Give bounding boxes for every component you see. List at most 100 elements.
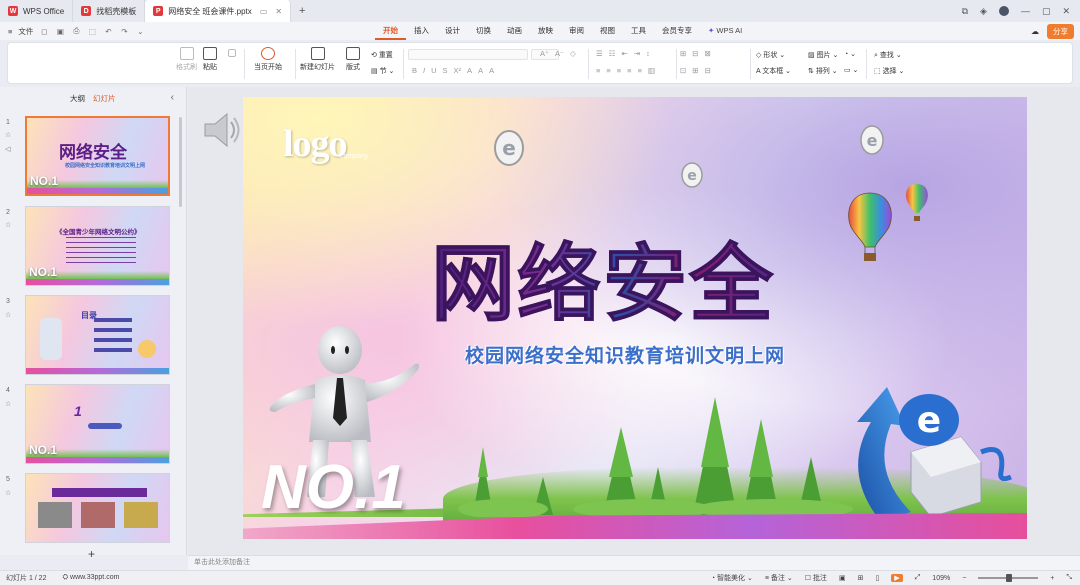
- tab-member[interactable]: 会员专享: [654, 22, 700, 40]
- hamburger-icon[interactable]: ≡: [8, 27, 12, 36]
- text-direction-icon[interactable]: ⊞: [680, 49, 686, 58]
- tab-design[interactable]: 设计: [437, 22, 468, 40]
- play-slideshow-icon[interactable]: ▶: [891, 574, 903, 582]
- tab-home[interactable]: 开始: [375, 22, 406, 40]
- shrink-font-icon[interactable]: A⁻: [555, 49, 564, 58]
- wrap-icon[interactable]: ⊟: [705, 66, 711, 75]
- slide-thumbnail-2[interactable]: 《全国青少年网络文明公约》 NO.1: [25, 206, 170, 286]
- add-slide-button[interactable]: +: [88, 547, 95, 561]
- align-text-icon[interactable]: ⊟: [692, 49, 698, 58]
- star-icon[interactable]: ☆: [5, 221, 11, 229]
- from-current-button[interactable]: 当页开始: [254, 47, 282, 72]
- file-menu[interactable]: 文件: [18, 26, 33, 37]
- zoom-level[interactable]: 109%: [932, 575, 950, 582]
- tab-view[interactable]: 视图: [592, 22, 623, 40]
- fill-button[interactable]: ◔ ⌄: [844, 50, 856, 58]
- minimize-icon[interactable]: —: [1021, 6, 1030, 16]
- new-slide-button[interactable]: 新建幻灯片: [300, 47, 335, 72]
- more-icon[interactable]: ⌄: [135, 27, 145, 36]
- slide-thumbnail-4[interactable]: 1 NO.1: [25, 384, 170, 464]
- slide-thumbnail-5[interactable]: [25, 473, 170, 543]
- text-effect-icon[interactable]: A: [489, 66, 494, 75]
- picture-button[interactable]: ▨ 图片 ⌄: [808, 50, 838, 60]
- tab-tools[interactable]: 工具: [623, 22, 654, 40]
- bullet-list-icon[interactable]: ☰: [596, 49, 603, 58]
- strike-icon[interactable]: S: [443, 66, 448, 75]
- underline-icon[interactable]: U: [431, 66, 436, 75]
- panel-scrollbar[interactable]: [179, 117, 182, 207]
- reset-button[interactable]: ⟲ 重置: [371, 50, 393, 60]
- star-icon[interactable]: ☆: [5, 311, 11, 319]
- normal-view-icon[interactable]: ▣: [839, 574, 846, 582]
- columns-icon[interactable]: ▥: [648, 66, 655, 75]
- open-icon[interactable]: ◻: [39, 27, 49, 36]
- justify-icon[interactable]: ≡: [627, 66, 631, 75]
- tab-document[interactable]: P 网络安全 班会课件.pptx ▭ ✕: [145, 0, 292, 22]
- grow-font-icon[interactable]: A⁺: [540, 49, 549, 58]
- align-left-icon[interactable]: ≡: [596, 66, 600, 75]
- italic-icon[interactable]: I: [423, 66, 425, 75]
- undo-icon[interactable]: ↶: [103, 27, 113, 36]
- notes-button[interactable]: ≡ 备注 ⌄: [765, 573, 793, 583]
- star-icon[interactable]: ☆: [5, 489, 11, 497]
- distribute-icon[interactable]: ≡: [638, 66, 642, 75]
- number-list-icon[interactable]: ☷: [609, 49, 616, 58]
- section-button[interactable]: ▤ 节 ⌄: [371, 66, 394, 76]
- align-right-icon[interactable]: ≡: [617, 66, 621, 75]
- cube-icon[interactable]: ◈: [980, 6, 987, 17]
- cut-button[interactable]: [228, 49, 236, 59]
- indent-right-icon[interactable]: ⇥: [634, 49, 640, 58]
- comments-button[interactable]: ☐ 批注: [805, 573, 827, 583]
- text-box-fit-icon[interactable]: ⊡: [680, 66, 686, 75]
- format-painter-button[interactable]: 格式刷: [176, 47, 197, 72]
- line-spacing-icon[interactable]: ↕: [646, 49, 650, 58]
- share-button[interactable]: 分享: [1047, 24, 1074, 39]
- indent-left-icon[interactable]: ⇤: [621, 49, 627, 58]
- redo-icon[interactable]: ↷: [119, 27, 129, 36]
- bold-icon[interactable]: B: [412, 66, 417, 75]
- export-icon[interactable]: ⬚: [87, 27, 97, 36]
- tab-insert[interactable]: 插入: [406, 22, 437, 40]
- new-tab-button[interactable]: +: [291, 0, 313, 22]
- speaker-icon[interactable]: [203, 112, 241, 148]
- superscript-icon[interactable]: X²: [454, 66, 462, 75]
- close-icon[interactable]: ✕: [1062, 6, 1070, 17]
- smart-beautify-button[interactable]: ◔ 智能美化 ⌄: [711, 573, 753, 583]
- clear-format-icon[interactable]: ◇: [570, 49, 576, 58]
- close-tab-icon[interactable]: ✕: [275, 7, 282, 16]
- align-center-icon[interactable]: ≡: [606, 66, 610, 75]
- print-icon[interactable]: ⎙: [71, 26, 81, 36]
- tab-slideshow[interactable]: 放映: [530, 22, 561, 40]
- outline-button[interactable]: ▭ ⌄: [844, 66, 858, 74]
- tab-slides[interactable]: 幻灯片: [93, 93, 116, 104]
- tab-outline[interactable]: 大纲: [70, 93, 85, 104]
- shape-button[interactable]: ◇ 形状 ⌄: [756, 50, 785, 60]
- font-color-icon[interactable]: A: [467, 66, 472, 75]
- zoom-knob[interactable]: [1006, 574, 1013, 582]
- select-button[interactable]: ⬚ 选择 ⌄: [874, 66, 904, 76]
- current-slide[interactable]: logo company e e e 网络安全 校园网络安全知识教育培训文明上网: [243, 97, 1027, 539]
- sorter-view-icon[interactable]: ⊞: [858, 574, 864, 582]
- zoom-in-icon[interactable]: +: [1050, 575, 1054, 582]
- convert-icon[interactable]: ⊞: [692, 66, 698, 75]
- star-icon[interactable]: ☆: [5, 400, 11, 408]
- highlight-icon[interactable]: A: [478, 66, 483, 75]
- smart-art-icon[interactable]: ⊠: [705, 49, 711, 58]
- tab-animation[interactable]: 动画: [499, 22, 530, 40]
- font-family-select[interactable]: [408, 49, 528, 60]
- maximize-icon[interactable]: ▢: [1042, 6, 1051, 17]
- cloud-icon[interactable]: ☁: [1031, 27, 1039, 36]
- avatar[interactable]: [998, 6, 1009, 16]
- zoom-slider[interactable]: [978, 574, 1039, 582]
- restore-icon[interactable]: ⧉: [962, 6, 968, 17]
- layout-button[interactable]: 版式: [346, 47, 360, 72]
- tab-wps-ai[interactable]: ✦ WPS AI: [700, 22, 750, 40]
- tab-template[interactable]: D 找稻壳模板: [73, 0, 146, 22]
- notes-area[interactable]: 单击此处添加备注: [188, 555, 1080, 570]
- fit-window-icon[interactable]: ⤡: [1066, 574, 1072, 582]
- save-icon[interactable]: ▣: [55, 27, 65, 36]
- collapse-panel-icon[interactable]: ‹: [171, 92, 174, 103]
- textbox-button[interactable]: A 文本框 ⌄: [756, 66, 791, 76]
- star-icon[interactable]: ☆: [5, 131, 11, 139]
- paste-button[interactable]: 粘贴: [203, 47, 217, 72]
